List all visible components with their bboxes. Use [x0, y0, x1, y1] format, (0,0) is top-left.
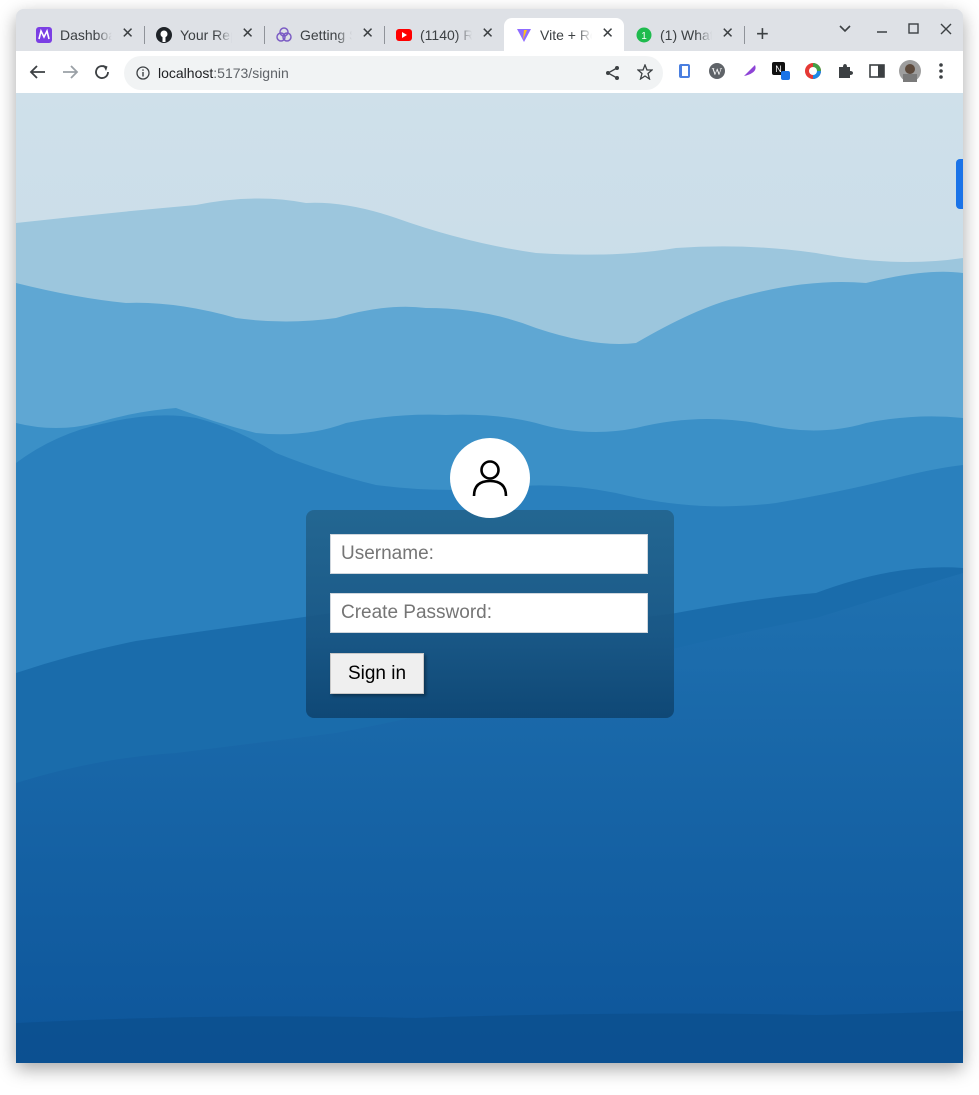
tab-search-icon[interactable] — [838, 22, 852, 40]
username-input[interactable] — [330, 534, 648, 574]
browser-window: Dashboard ✕ Your Repositories ✕ Getting … — [16, 9, 963, 1063]
scroll-indicator[interactable] — [956, 159, 963, 209]
new-tab-button[interactable]: + — [756, 23, 769, 45]
page-content: Sign in — [16, 93, 963, 1063]
bookmark-star-icon[interactable] — [636, 63, 654, 85]
tab-vite-react[interactable]: Vite + React ✕ — [504, 18, 624, 51]
notion-icon[interactable]: N — [771, 61, 791, 81]
signin-button[interactable]: Sign in — [330, 653, 424, 694]
close-icon[interactable]: ✕ — [601, 26, 614, 42]
signin-card: Sign in — [306, 510, 674, 718]
github-icon — [156, 26, 172, 43]
close-icon[interactable]: ✕ — [721, 26, 734, 42]
wordpress-icon[interactable]: W — [707, 61, 727, 81]
forward-icon[interactable] — [58, 60, 82, 84]
tab-youtube[interactable]: (1140) Reels ✕ — [384, 18, 504, 51]
tab-getting-started[interactable]: Getting Started ✕ — [264, 18, 384, 51]
minimize-icon[interactable] — [876, 22, 888, 40]
close-window-icon[interactable] — [940, 22, 952, 39]
address-bar[interactable]: localhost:5173/signin — [124, 56, 663, 90]
feather-icon[interactable] — [739, 61, 759, 81]
tab-separator — [744, 26, 745, 44]
workflow-logo-icon — [36, 26, 52, 43]
color-picker-icon[interactable] — [803, 61, 823, 81]
side-panel-icon[interactable] — [867, 61, 887, 81]
profile-avatar-icon[interactable] — [899, 60, 921, 82]
site-info-icon[interactable] — [136, 66, 150, 85]
password-input[interactable] — [330, 593, 648, 633]
close-icon[interactable]: ✕ — [121, 26, 134, 42]
knot-logo-icon — [276, 26, 292, 43]
close-icon[interactable]: ✕ — [241, 26, 254, 42]
tab-manager-icon[interactable] — [675, 61, 695, 81]
share-icon[interactable] — [605, 65, 621, 86]
svg-text:W: W — [712, 66, 723, 78]
back-icon[interactable] — [26, 60, 50, 84]
svg-text:1: 1 — [641, 31, 647, 42]
whatsapp-icon: 1 — [636, 27, 652, 43]
tab-whatsapp[interactable]: 1 (1) WhatsApp ✕ — [624, 18, 744, 51]
close-icon[interactable]: ✕ — [481, 26, 494, 42]
user-icon — [450, 438, 530, 518]
tab-strip: Dashboard ✕ Your Repositories ✕ Getting … — [16, 9, 963, 51]
tab-repositories[interactable]: Your Repositories ✕ — [144, 18, 264, 51]
browser-toolbar: localhost:5173/signin W N — [16, 51, 963, 93]
url-text: localhost:5173/signin — [158, 65, 289, 81]
maximize-icon[interactable] — [908, 22, 920, 39]
svg-text:N: N — [775, 64, 782, 74]
youtube-icon — [396, 27, 412, 43]
tab-dashboard[interactable]: Dashboard ✕ — [24, 18, 144, 51]
puzzle-icon[interactable] — [835, 61, 855, 81]
menu-dots-icon[interactable] — [931, 61, 951, 81]
reload-icon[interactable] — [90, 60, 114, 84]
vite-icon — [516, 27, 532, 43]
close-icon[interactable]: ✕ — [361, 26, 374, 42]
